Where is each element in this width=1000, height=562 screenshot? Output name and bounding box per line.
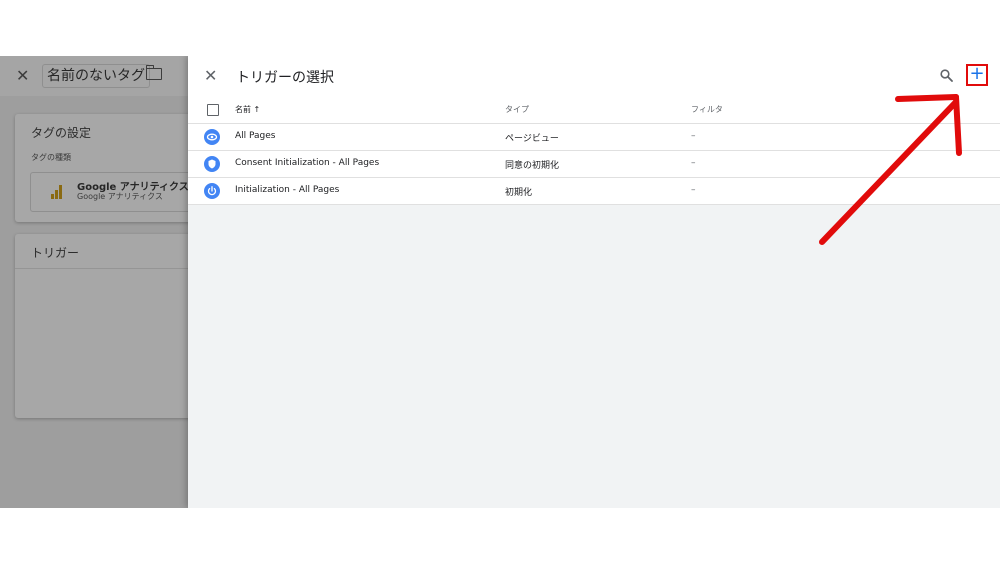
tag-settings-card[interactable]: タグの設定 タグの種類 Google アナリティクス: G Google アナリ… [15, 114, 215, 222]
trigger-name: Consent Initialization - All Pages [235, 158, 380, 168]
tag-settings-title: タグの設定 [31, 126, 92, 140]
select-all-checkbox[interactable] [207, 104, 219, 116]
panel-title: トリガーの選択 [236, 70, 334, 86]
trigger-type: 同意の初期化 [505, 161, 560, 171]
eye-icon [204, 129, 220, 145]
close-icon[interactable]: ✕ [16, 66, 29, 85]
column-header-filter: フィルタ [691, 105, 723, 114]
search-icon[interactable] [940, 69, 953, 82]
trigger-name: All Pages [235, 131, 276, 141]
trigger-filter: – [691, 158, 696, 168]
trigger-table: 名前 ↑ タイプ フィルタ All Pages ページビュー – Consent… [188, 96, 1000, 205]
close-icon[interactable]: ✕ [204, 66, 217, 85]
table-row[interactable]: All Pages ページビュー – [188, 124, 1000, 151]
tag-type-label: タグの種類 [31, 153, 71, 162]
power-icon [204, 183, 220, 199]
tag-editor-header: ✕ 名前のないタグ [0, 56, 188, 96]
tag-name-field[interactable]: 名前のないタグ [42, 64, 150, 88]
panel-header: ✕ トリガーの選択 + [188, 56, 1000, 96]
trigger-filter: – [691, 131, 696, 141]
add-trigger-button[interactable]: + [966, 64, 988, 86]
trigger-selection-panel: ✕ トリガーの選択 + 名前 ↑ タイプ フィルタ All Pages ページビ… [188, 56, 1000, 508]
column-header-name[interactable]: 名前 ↑ [235, 104, 260, 115]
trigger-card[interactable]: トリガー ト [15, 234, 215, 418]
table-row[interactable]: Consent Initialization - All Pages 同意の初期… [188, 151, 1000, 178]
sort-arrow-icon: ↑ [253, 105, 261, 114]
table-header: 名前 ↑ タイプ フィルタ [188, 96, 1000, 124]
divider [15, 268, 215, 269]
trigger-card-title: トリガー [31, 246, 80, 260]
trigger-type: 初期化 [505, 188, 533, 198]
folder-icon[interactable] [145, 65, 162, 80]
table-row[interactable]: Initialization - All Pages 初期化 – [188, 178, 1000, 205]
trigger-name: Initialization - All Pages [235, 185, 340, 195]
trigger-filter: – [691, 185, 696, 195]
shield-icon [204, 156, 220, 172]
trigger-type: ページビュー [505, 134, 559, 144]
tag-type-subtitle: Google アナリティクス [77, 192, 163, 201]
tag-manager-app: ✕ 名前のないタグ タグの設定 タグの種類 Google アナリティクス: G … [0, 56, 1000, 508]
column-header-type: タイプ [505, 105, 529, 114]
analytics-icon [51, 185, 63, 199]
